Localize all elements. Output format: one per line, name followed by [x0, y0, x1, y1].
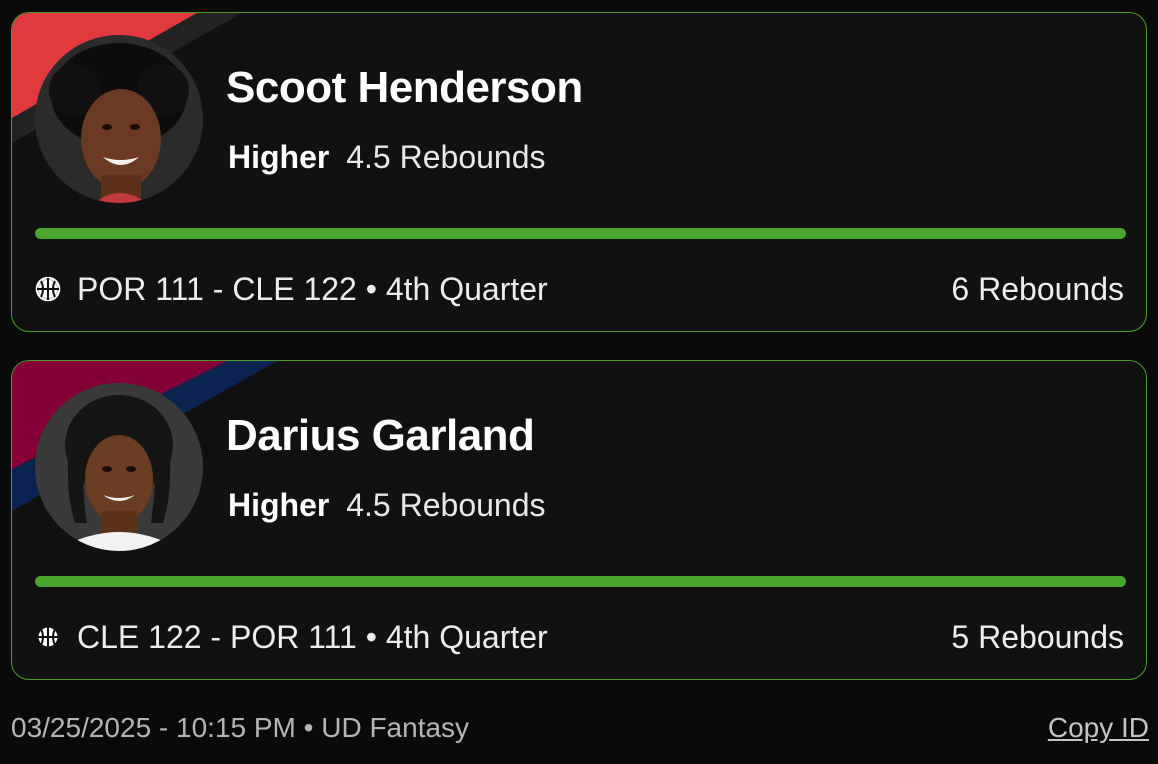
- game-info: CLE 122 - POR 111 • 4th Quarter: [35, 619, 548, 656]
- progress-bar: [35, 576, 1126, 587]
- basketball-icon: [35, 276, 61, 302]
- pick-card[interactable]: Scoot Henderson Higher 4.5 Rebounds POR …: [11, 12, 1147, 332]
- pick-direction: Higher: [228, 139, 330, 175]
- pick-line: Higher 4.5 Rebounds: [228, 139, 546, 176]
- entry-timestamp: 03/25/2025 - 10:15 PM • UD Fantasy: [11, 712, 470, 743]
- pick-line: Higher 4.5 Rebounds: [228, 487, 546, 524]
- progress-bar: [35, 228, 1126, 239]
- pick-direction: Higher: [228, 487, 330, 523]
- player-name: Darius Garland: [226, 411, 535, 460]
- game-score: CLE 122 - POR 111 • 4th Quarter: [77, 618, 548, 655]
- entry-page: Scoot Henderson Higher 4.5 Rebounds POR …: [0, 0, 1158, 764]
- basketball-icon: [38, 627, 58, 647]
- game-status-row: CLE 122 - POR 111 • 4th Quarter 5 Reboun…: [35, 617, 1124, 657]
- game-score: POR 111 - CLE 122 • 4th Quarter: [77, 270, 548, 307]
- pick-stat-line: 4.5 Rebounds: [346, 487, 546, 523]
- copy-id-link[interactable]: Copy ID: [1048, 712, 1149, 744]
- player-avatar: [35, 383, 203, 551]
- pick-stat-line: 4.5 Rebounds: [346, 139, 546, 175]
- game-info: POR 111 - CLE 122 • 4th Quarter: [35, 271, 548, 308]
- stat-result: 6 Rebounds: [951, 270, 1124, 307]
- entry-footer: 03/25/2025 - 10:15 PM • UD Fantasy Copy …: [11, 708, 1149, 748]
- stat-result: 5 Rebounds: [951, 618, 1124, 655]
- player-avatar: [35, 35, 203, 203]
- game-status-row: POR 111 - CLE 122 • 4th Quarter 6 Reboun…: [35, 269, 1124, 309]
- pick-card[interactable]: Darius Garland Higher 4.5 Rebounds CLE 1…: [11, 360, 1147, 680]
- player-name: Scoot Henderson: [226, 63, 583, 112]
